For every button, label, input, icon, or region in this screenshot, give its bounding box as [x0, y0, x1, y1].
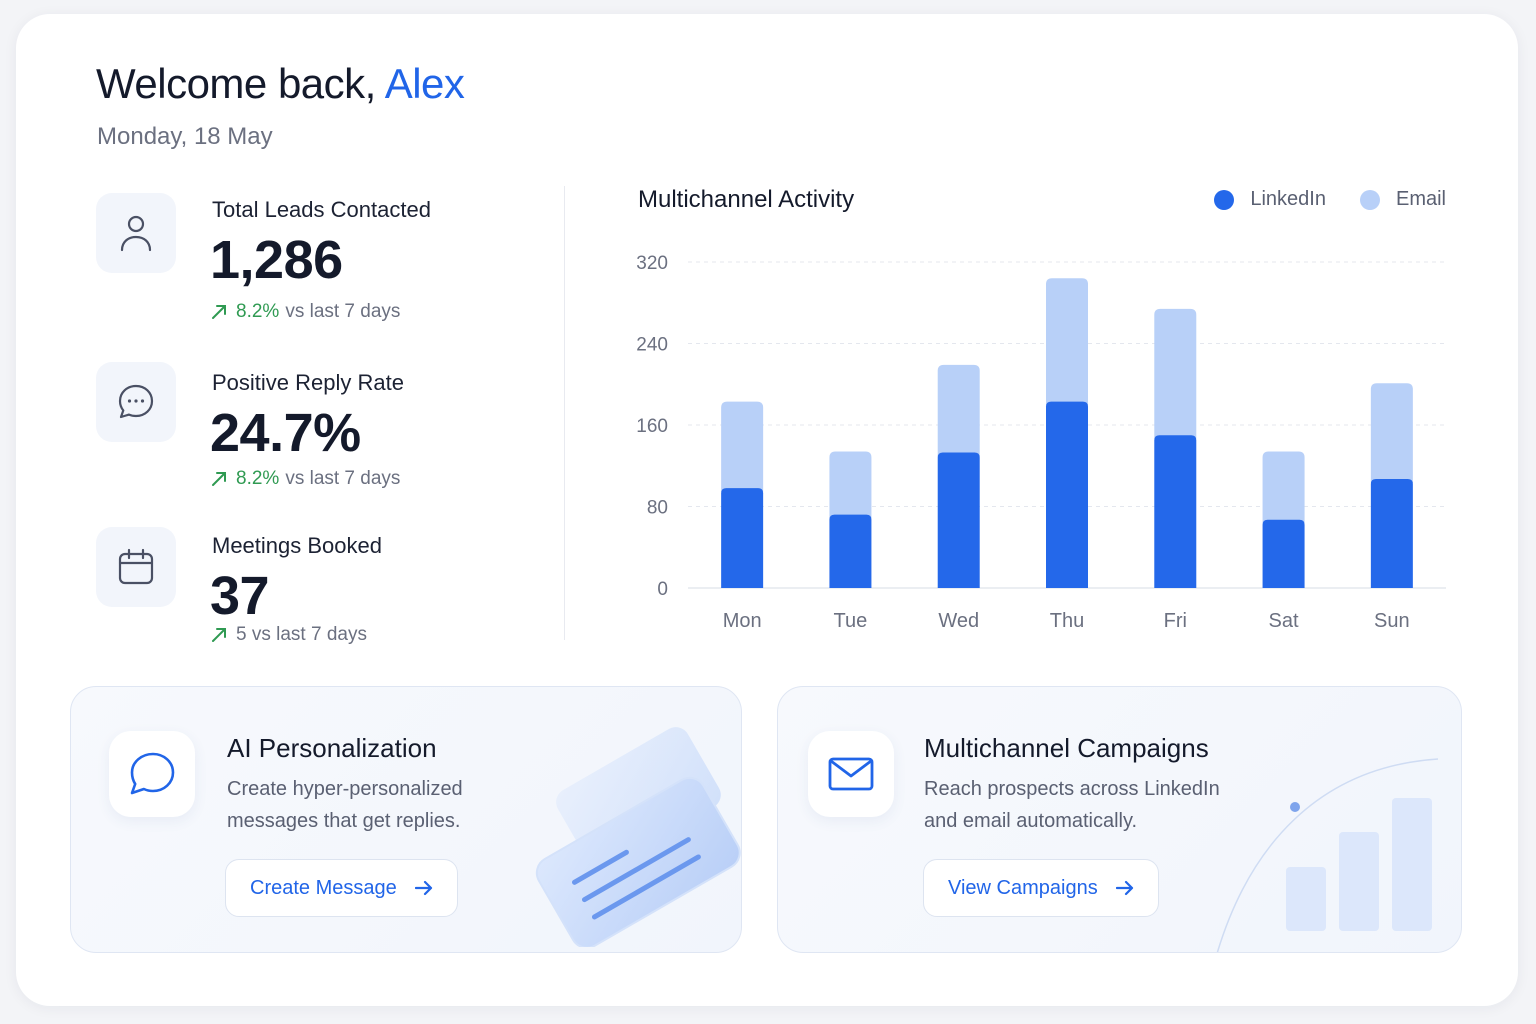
x-tick-label: Fri: [1164, 610, 1187, 632]
stat-trend: 8.2% vs last 7 days: [210, 301, 400, 323]
x-tick-label: Thu: [1050, 610, 1084, 632]
bar-linkedin: [1262, 519, 1305, 588]
legend-item-linkedin[interactable]: LinkedIn: [1214, 188, 1326, 211]
chat-bubble-icon: [96, 362, 176, 442]
bar-linkedin: [1046, 401, 1088, 588]
x-tick-label: Sat: [1269, 610, 1299, 632]
welcome-user-name: Alex: [384, 60, 465, 107]
welcome-heading: Welcome back, Alex: [96, 60, 465, 108]
feature-description: Create hyper-personalized messages that …: [227, 778, 463, 832]
feature-title: Multichannel Campaigns: [924, 733, 1209, 763]
x-tick-label: Tue: [834, 610, 868, 632]
x-tick-label: Sun: [1374, 610, 1410, 632]
stat-trend: 8.2% vs last 7 days: [210, 468, 400, 490]
chart-title: Multichannel Activity: [638, 186, 855, 213]
stat-value: 37: [210, 566, 270, 626]
y-tick-label: 240: [636, 335, 668, 356]
trend-percent: 8.2%: [236, 301, 280, 322]
stat-label: Total Leads Contacted: [212, 197, 431, 222]
y-tick-label: 320: [636, 253, 668, 274]
y-tick-label: 80: [647, 498, 668, 519]
bar-email: [1262, 451, 1305, 524]
x-tick-label: Wed: [938, 610, 979, 632]
create-message-button[interactable]: Create Message: [225, 859, 458, 917]
envelope-icon: [808, 731, 894, 817]
trend-up-icon: [212, 628, 226, 642]
chart-legend: LinkedIn Email: [1180, 188, 1446, 211]
calendar-icon: [96, 527, 176, 607]
bar-linkedin: [1370, 478, 1413, 588]
legend-label: Email: [1395, 188, 1446, 210]
bar-linkedin: [721, 488, 764, 588]
stat-trend: 5 vs last 7 days: [210, 624, 367, 646]
legend-dot: [1214, 189, 1235, 210]
trend-text: vs last 7 days: [285, 301, 401, 322]
bar-linkedin: [937, 452, 980, 588]
section-divider: [564, 186, 565, 640]
stat-value: 1,286: [210, 230, 343, 290]
feature-title: AI Personalization: [227, 733, 437, 763]
stat-value: 24.7%: [210, 403, 361, 463]
trend-up-icon: [212, 472, 226, 486]
bar-linkedin: [1154, 435, 1197, 588]
stat-label: Meetings Booked: [212, 533, 382, 558]
bar-email: [1370, 383, 1413, 483]
y-tick-label: 160: [636, 416, 668, 437]
bar-email: [937, 364, 980, 457]
growth-bars-illustration: [1216, 758, 1439, 952]
bar-email: [829, 451, 872, 519]
chat-bubble-icon: [109, 731, 195, 817]
message-cards-illustration: [535, 727, 741, 947]
stat-label: Positive Reply Rate: [212, 370, 404, 395]
feature-description: Reach prospects across LinkedIn and emai…: [924, 778, 1220, 832]
welcome-greeting: Welcome back,: [96, 60, 376, 107]
button-label: Create Message: [250, 876, 397, 899]
current-date: Monday, 18 May: [97, 123, 273, 150]
bar-email: [1046, 278, 1088, 406]
trend-text: 5 vs last 7 days: [236, 624, 367, 645]
arrow-right-icon: [1115, 880, 1133, 896]
legend-dot: [1359, 189, 1380, 210]
y-tick-label: 0: [657, 579, 668, 600]
trend-percent: 8.2%: [236, 468, 280, 489]
legend-label: LinkedIn: [1250, 188, 1326, 210]
bar-email: [721, 401, 764, 493]
button-label: View Campaigns: [948, 876, 1098, 899]
bar-linkedin: [829, 514, 872, 588]
view-campaigns-button[interactable]: View Campaigns: [923, 859, 1159, 917]
feature-card-ai-personalization: AI Personalization Create hyper-personal…: [70, 686, 742, 953]
x-tick-label: Mon: [723, 610, 762, 632]
arrow-right-icon: [414, 880, 432, 896]
feature-card-multichannel-campaigns: Multichannel Campaigns Reach prospects a…: [777, 686, 1462, 953]
bar-email: [1154, 308, 1197, 440]
legend-item-email[interactable]: Email: [1359, 188, 1446, 211]
user-icon: [96, 193, 176, 273]
activity-bar-chart: 0 80 160 240 320 Mon Tue Wed Thu Fri Sat Sun: [636, 253, 1446, 632]
trend-up-icon: [212, 305, 226, 319]
trend-text: vs last 7 days: [285, 468, 401, 489]
